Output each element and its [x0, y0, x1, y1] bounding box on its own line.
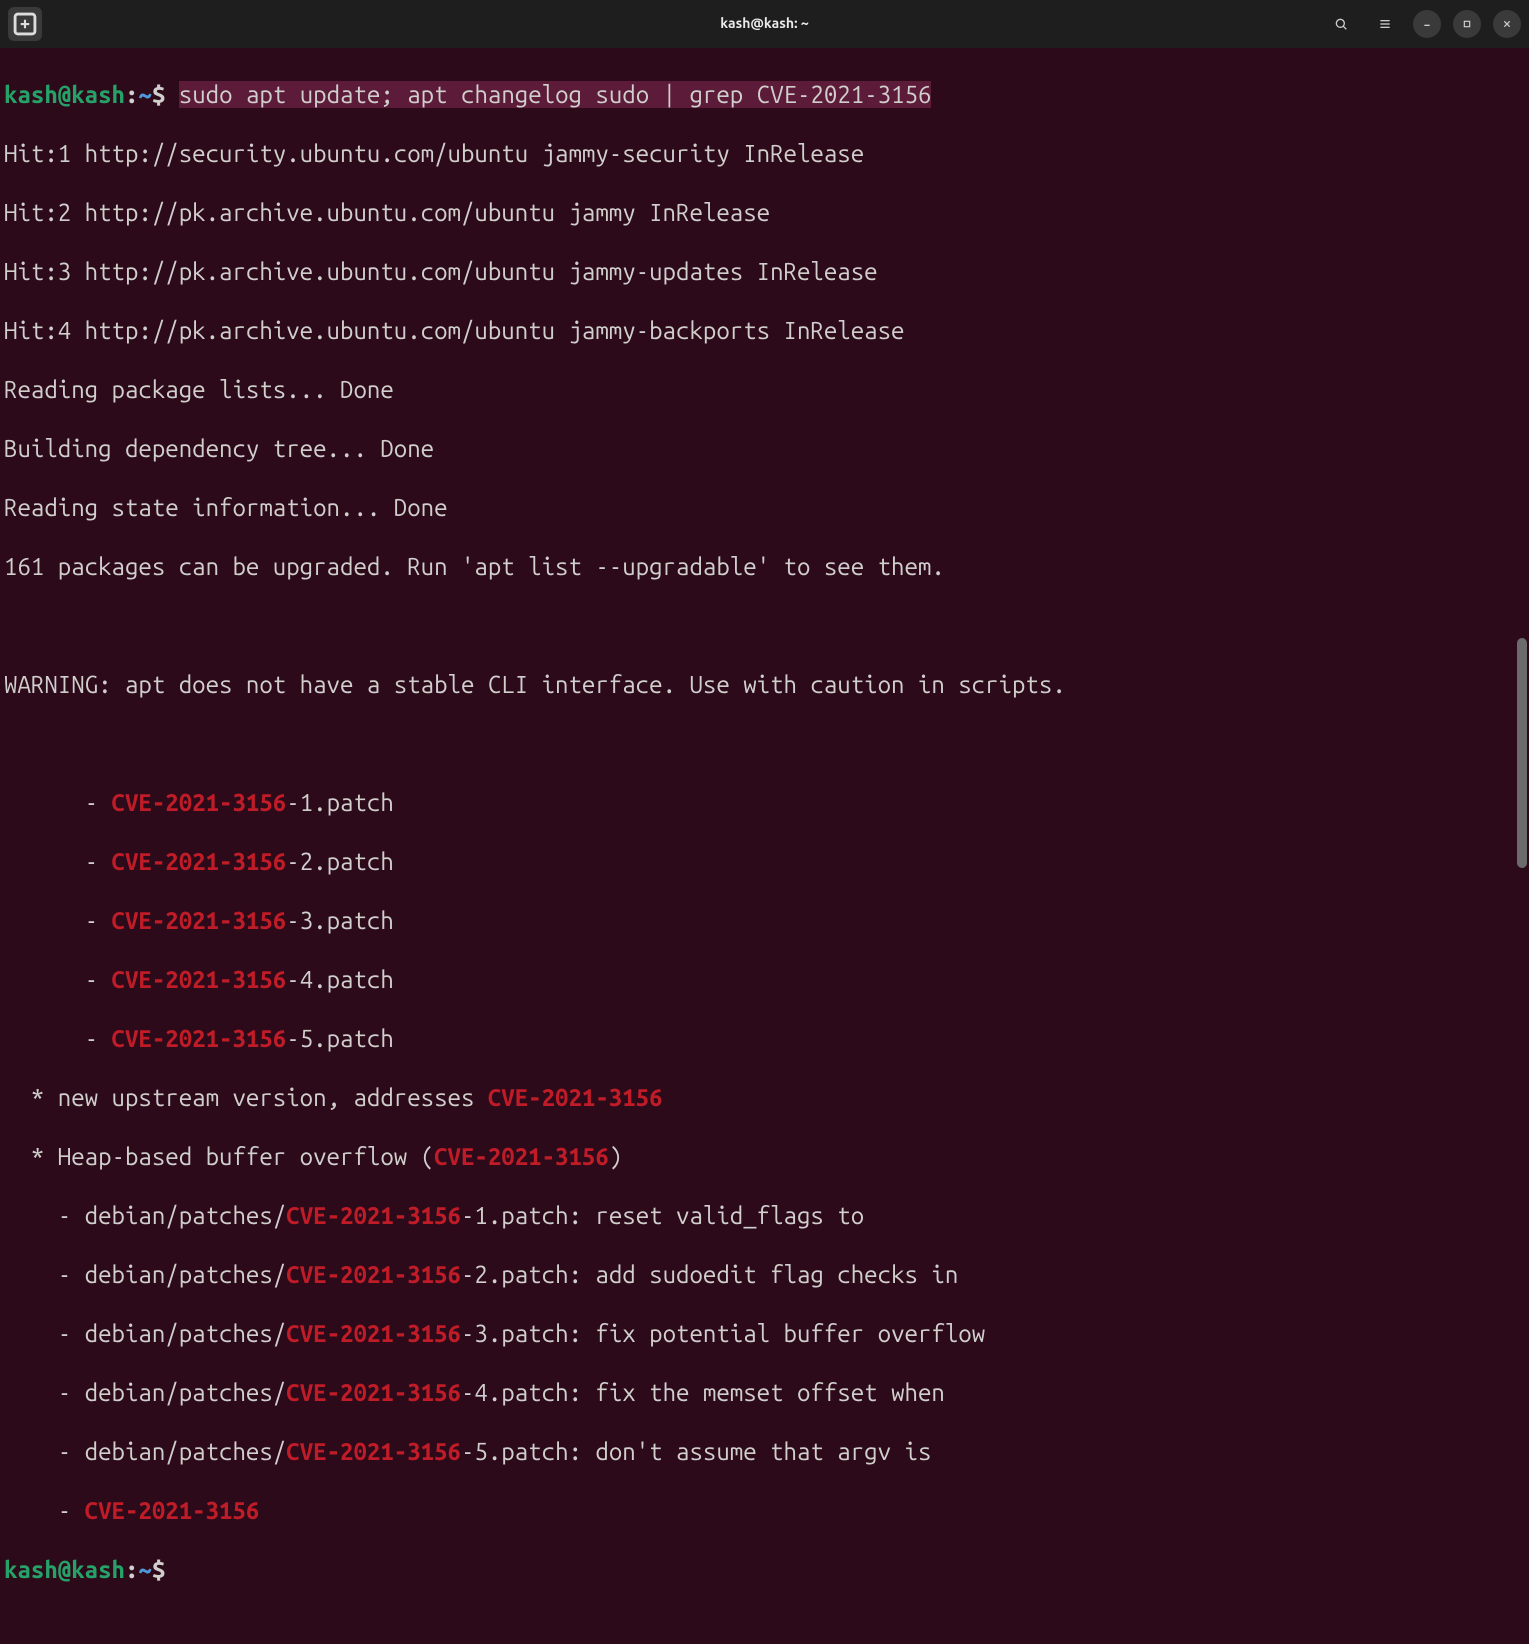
prompt-dollar: $ — [152, 81, 179, 108]
cve-highlight: CVE-2021-3156 — [112, 966, 287, 993]
output-reading-lists: Reading package lists... Done — [4, 375, 1525, 405]
minimize-button[interactable] — [1413, 10, 1441, 38]
cve-highlight: CVE-2021-3156 — [434, 1143, 609, 1170]
output-dp3: - debian/patches/CVE-2021-3156-3.patch: … — [4, 1319, 1525, 1349]
cve-highlight: CVE-2021-3156 — [286, 1379, 461, 1406]
prompt-line-1: kash@kash:~$ sudo apt update; apt change… — [4, 80, 1525, 110]
output-dp4: - debian/patches/CVE-2021-3156-4.patch: … — [4, 1378, 1525, 1408]
window-titlebar: kash@kash: ~ — [0, 0, 1529, 48]
cve-highlight: CVE-2021-3156 — [112, 789, 287, 816]
prompt-line-2: kash@kash:~$ — [4, 1555, 1525, 1585]
search-icon[interactable] — [1325, 8, 1357, 40]
prompt-user-host: kash@kash — [4, 81, 125, 108]
output-upstream: * new upstream version, addresses CVE-20… — [4, 1083, 1525, 1113]
output-hit1: Hit:1 http://security.ubuntu.com/ubuntu … — [4, 139, 1525, 169]
output-dp1: - debian/patches/CVE-2021-3156-1.patch: … — [4, 1201, 1525, 1231]
close-button[interactable] — [1493, 10, 1521, 38]
output-final-cve: - CVE-2021-3156 — [4, 1496, 1525, 1526]
window-title: kash@kash: ~ — [720, 15, 809, 32]
cve-highlight: CVE-2021-3156 — [286, 1202, 461, 1229]
prompt-colon: : — [125, 81, 138, 108]
output-patch-1: - CVE-2021-3156-1.patch — [4, 788, 1525, 818]
cve-highlight: CVE-2021-3156 — [286, 1438, 461, 1465]
scrollbar-thumb[interactable] — [1517, 638, 1527, 868]
entered-command: sudo apt update; apt changelog sudo | gr… — [179, 81, 932, 108]
output-dp5: - debian/patches/CVE-2021-3156-5.patch: … — [4, 1437, 1525, 1467]
output-warning: WARNING: apt does not have a stable CLI … — [4, 670, 1525, 700]
prompt-user-host: kash@kash — [4, 1556, 125, 1583]
output-upgradable: 161 packages can be upgraded. Run 'apt l… — [4, 552, 1525, 582]
output-building-tree: Building dependency tree... Done — [4, 434, 1525, 464]
cve-highlight: CVE-2021-3156 — [112, 1025, 287, 1052]
terminal-area[interactable]: kash@kash:~$ sudo apt update; apt change… — [0, 48, 1529, 857]
cve-highlight: CVE-2021-3156 — [286, 1261, 461, 1288]
maximize-button[interactable] — [1453, 10, 1481, 38]
output-hit4: Hit:4 http://pk.archive.ubuntu.com/ubunt… — [4, 316, 1525, 346]
output-dp2: - debian/patches/CVE-2021-3156-2.patch: … — [4, 1260, 1525, 1290]
prompt-dollar: $ — [152, 1556, 179, 1583]
prompt-path: ~ — [138, 81, 151, 108]
hamburger-menu-icon[interactable] — [1369, 8, 1401, 40]
cve-highlight: CVE-2021-3156 — [286, 1320, 461, 1347]
cve-highlight: CVE-2021-3156 — [112, 848, 287, 875]
output-blank2 — [4, 729, 1525, 759]
output-patch-3: - CVE-2021-3156-3.patch — [4, 906, 1525, 936]
output-hit2: Hit:2 http://pk.archive.ubuntu.com/ubunt… — [4, 198, 1525, 228]
cve-highlight: CVE-2021-3156 — [488, 1084, 663, 1111]
output-reading-state: Reading state information... Done — [4, 493, 1525, 523]
new-tab-button[interactable] — [8, 7, 42, 41]
prompt-path: ~ — [138, 1556, 151, 1583]
output-patch-5: - CVE-2021-3156-5.patch — [4, 1024, 1525, 1054]
output-patch-4: - CVE-2021-3156-4.patch — [4, 965, 1525, 995]
prompt-colon: : — [125, 1556, 138, 1583]
output-hit3: Hit:3 http://pk.archive.ubuntu.com/ubunt… — [4, 257, 1525, 287]
cve-highlight: CVE-2021-3156 — [112, 907, 287, 934]
output-patch-2: - CVE-2021-3156-2.patch — [4, 847, 1525, 877]
cve-highlight: CVE-2021-3156 — [85, 1497, 260, 1524]
output-heap: * Heap-based buffer overflow (CVE-2021-3… — [4, 1142, 1525, 1172]
output-blank — [4, 611, 1525, 641]
